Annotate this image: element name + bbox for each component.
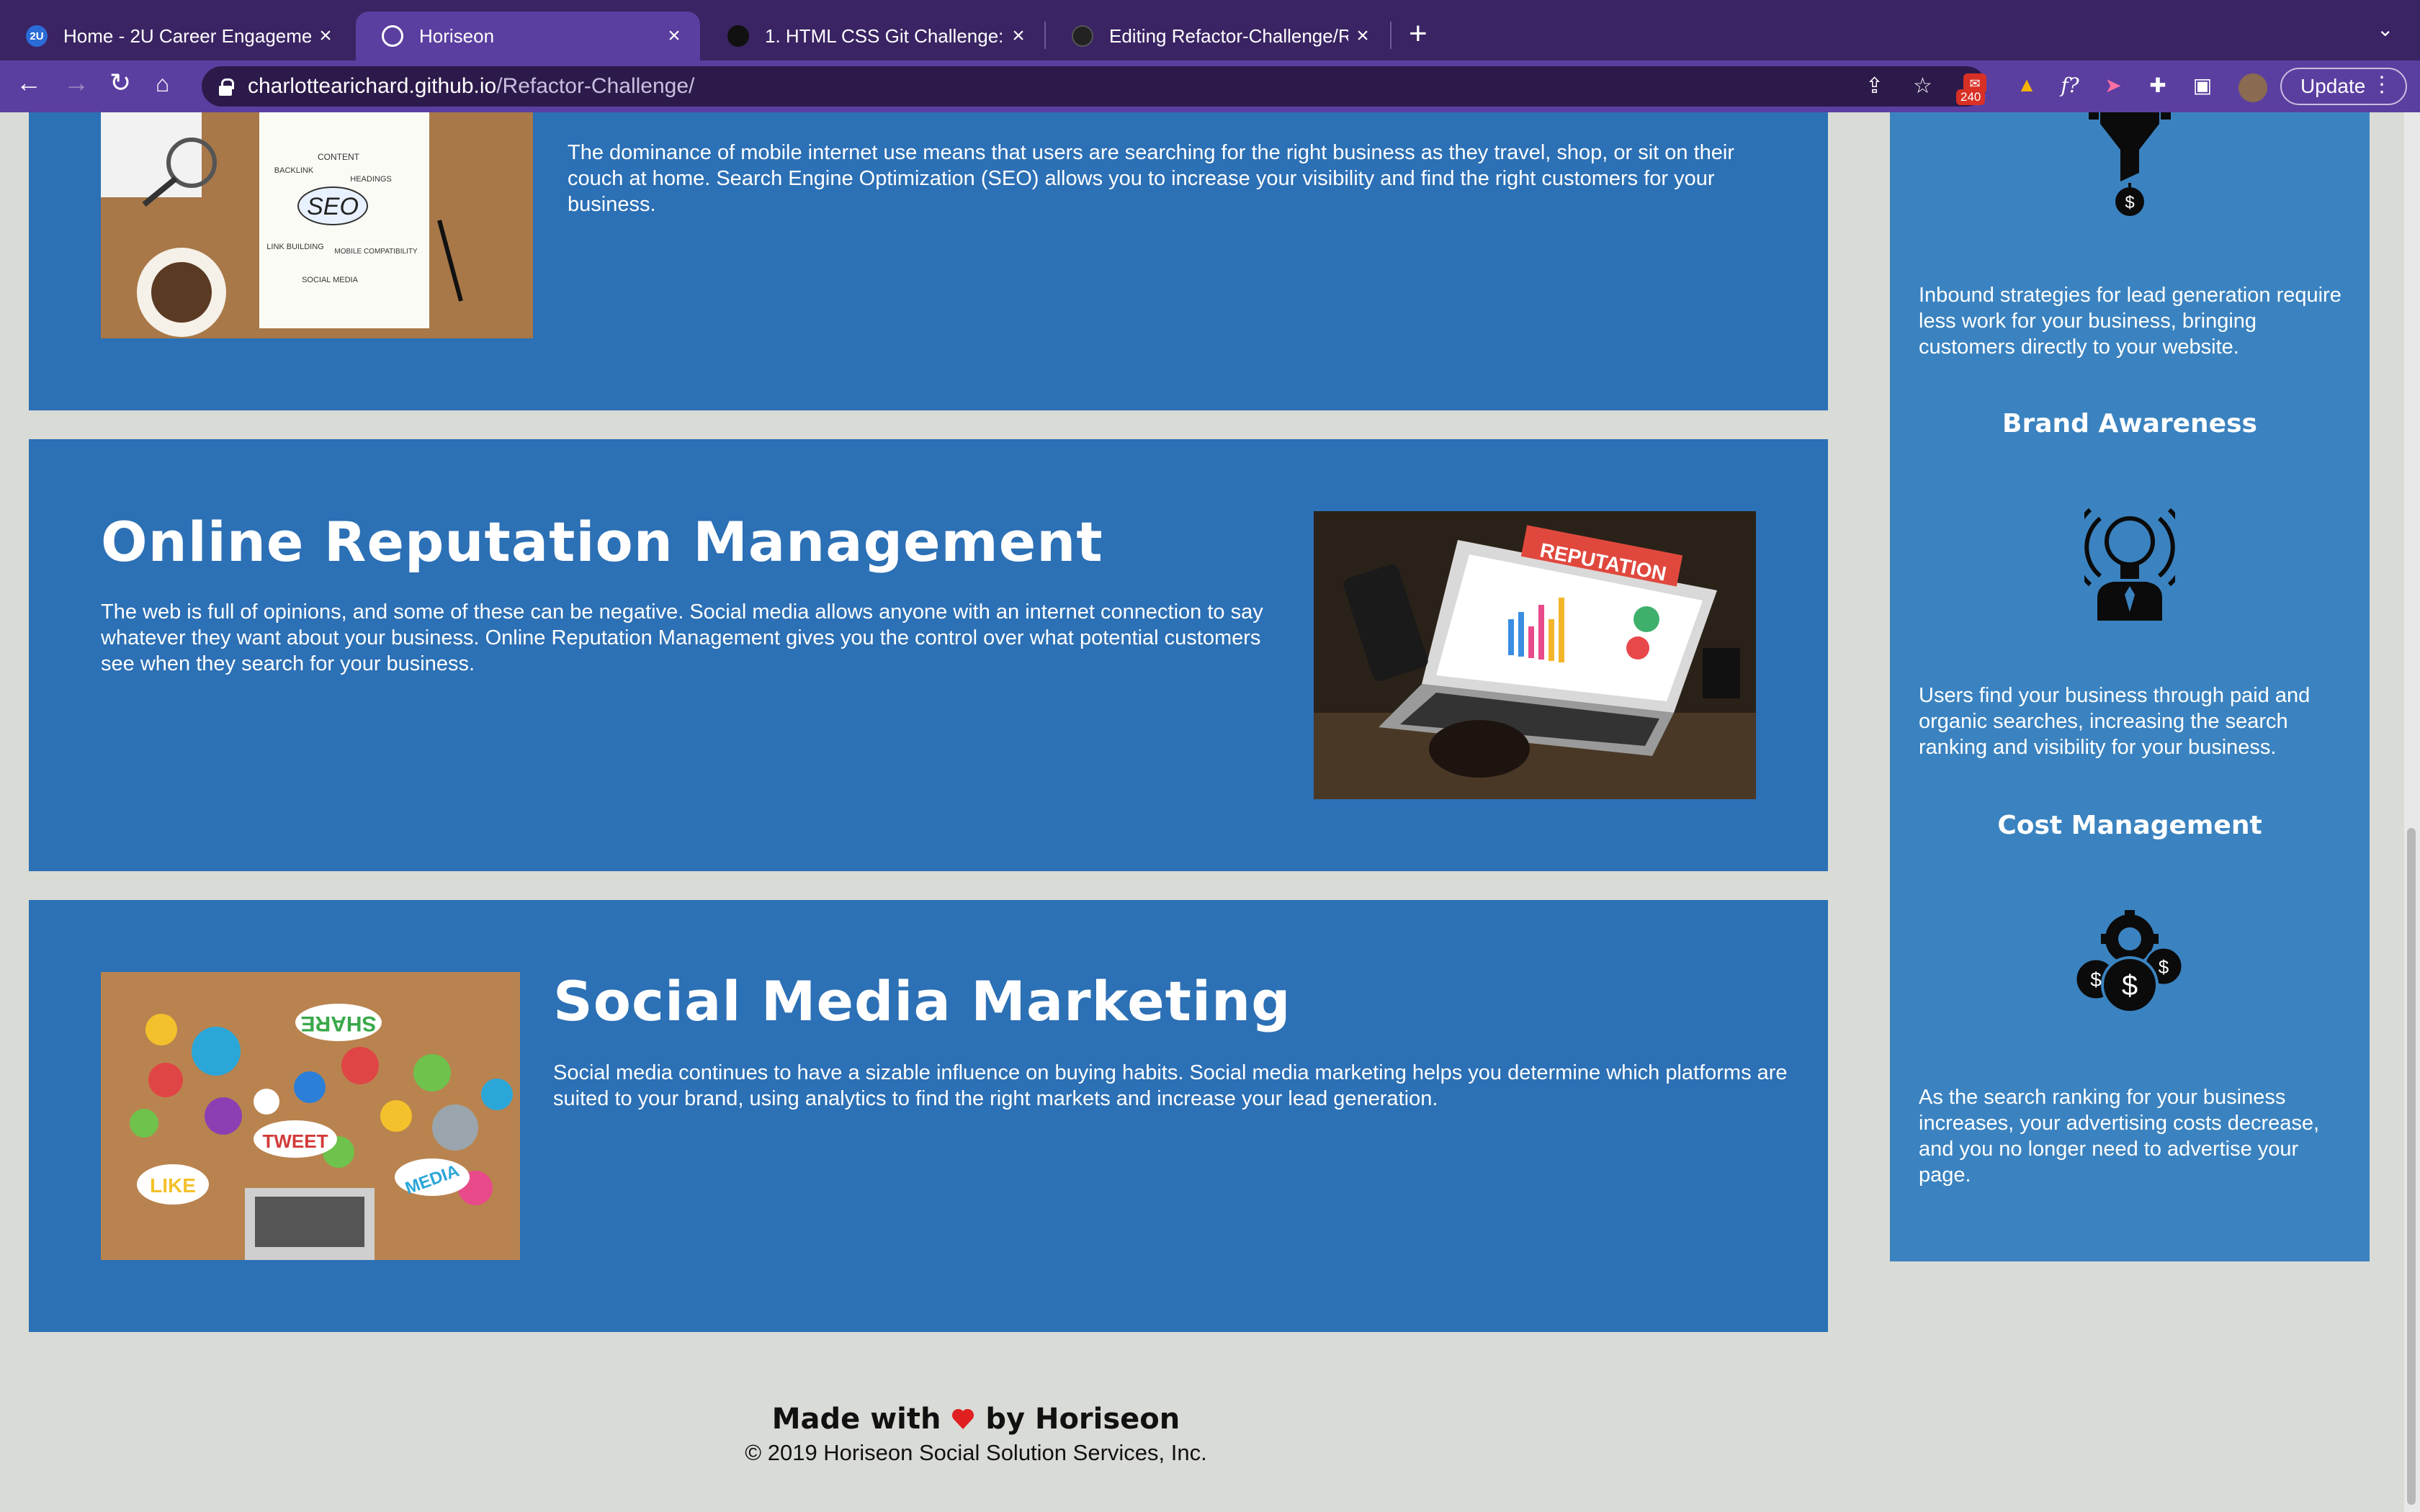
profile-avatar[interactable] [2238,73,2267,102]
seo-word-content: CONTENT [318,152,360,162]
brand-awareness-bulb-icon [2084,508,2175,621]
tab-html-css-challenge[interactable]: 1. HTML CSS Git Challenge: Co × [702,12,1044,60]
social-paragraph: Social media continues to have a sizable… [553,1061,1788,1110]
social-image: SHARE TWEET LIKE MEDIA [101,972,520,1260]
seo-word-headings: HEADINGS [350,175,391,184]
social-word-tweet: TWEET [263,1130,328,1152]
tab-github-editing[interactable]: Editing Refactor-Challenge/RE × [1046,12,1389,60]
address-bar[interactable]: charlottearichard.github.io/Refactor-Cha… [202,66,1986,107]
tab-search-chevron-icon[interactable]: ⌄ [2377,17,2393,41]
brand-awareness-paragraph: Users find your business through paid an… [1919,684,2311,759]
url-path: /Refactor-Challenge/ [496,74,695,98]
social-section: SHARE TWEET LIKE MEDIA Social Media Mark… [29,900,1828,1332]
social-illustration: SHARE TWEET LIKE MEDIA [101,972,520,1260]
home-icon[interactable]: ⌂ [156,71,169,97]
globe-icon [382,25,403,47]
cost-management-heading: Cost Management [1997,811,2262,840]
close-tab-icon[interactable]: × [1348,24,1377,48]
back-icon[interactable]: ← [16,68,42,98]
svg-text:$: $ [2090,968,2102,991]
recorder-extension-icon[interactable]: ➤ [2099,71,2128,99]
lead-generation-paragraph: Inbound strategies for lead generation r… [1919,284,2341,359]
close-tab-icon[interactable]: × [311,24,340,48]
drive-extension-icon[interactable]: ▲ [2012,71,2041,99]
copyright-text: © 2019 Horiseon Social Solution Services… [745,1440,1207,1465]
seo-word-seo: SEO [307,193,359,220]
forward-icon[interactable]: → [63,68,89,98]
made-with-line: Made with by Horiseon [0,1403,1952,1436]
by-horiseon-text: by Horiseon [985,1403,1180,1436]
seo-paragraph: The dominance of mobile internet use mea… [568,141,1735,216]
bookmark-star-icon[interactable]: ☆ [1913,73,1932,99]
reputation-paragraph: The web is full of opinions, and some of… [101,600,1263,675]
reputation-image: REPUTATION [1314,511,1756,799]
github-icon [1072,25,1093,47]
seo-image: CONTENT BACKLINK HEADINGS SEO LINK BUILD… [101,112,533,338]
close-tab-icon[interactable]: × [660,24,689,48]
seo-word-link-building: LINK BUILDING [266,243,323,251]
tab-label: Home - 2U Career Engagement [63,24,311,47]
side-panel-icon[interactable]: ▣ [2188,71,2217,99]
browser-toolbar: ← → ↻ ⌂ charlottearichard.github.io/Refa… [0,60,2420,112]
seo-illustration: CONTENT BACKLINK HEADINGS SEO LINK BUILD… [101,112,533,338]
social-word-like: LIKE [150,1174,196,1197]
heart-icon [952,1408,974,1429]
tab-bar: 2U Home - 2U Career Engagement × Horiseo… [0,0,2420,60]
scrollbar-thumb[interactable] [2407,828,2416,1505]
cost-management-paragraph: As the search ranking for your business … [1919,1086,2320,1187]
url-text: charlottearichard.github.io/Refactor-Cha… [248,74,694,99]
page-footer: Made with by Horiseon © 2019 Horiseon So… [0,1403,1952,1466]
tab-divider [1390,22,1392,49]
reputation-heading: Online Reputation Management [101,510,1103,574]
benefits-aside: $ Inbound strategies for lead generation… [1890,112,2370,1261]
menu-dots-icon[interactable]: ⋮ [2371,72,2393,97]
svg-text:$: $ [2122,970,2138,1002]
reputation-illustration: REPUTATION [1314,511,1756,799]
url-host: charlottearichard.github.io [248,74,497,98]
reputation-section: Online Reputation Management The web is … [29,439,1828,871]
seo-section: CONTENT BACKLINK HEADINGS SEO LINK BUILD… [29,112,1828,410]
update-button[interactable]: Update ⋮ [2280,68,2407,105]
formula-extension-icon[interactable]: f? [2056,71,2084,99]
tab-label: Editing Refactor-Challenge/RE [1109,24,1348,47]
bootcamp-favicon-icon [727,25,749,47]
cost-management-coins-icon: $ $ $ [2074,910,2184,1014]
extensions-puzzle-icon[interactable]: ✚ [2143,71,2172,99]
svg-text:$: $ [2125,193,2134,212]
seo-word-social: SOCIAL MEDIA [302,276,358,284]
social-word-share: SHARE [300,1012,376,1035]
mail-badge: 240 [1956,89,1986,105]
seo-word-mobile: MOBILE COMPATIBILITY [334,248,418,256]
2u-favicon-icon: 2U [26,25,48,47]
brand-awareness-heading: Brand Awareness [2002,409,2257,438]
made-with-text: Made with [771,1403,941,1436]
tab-horiseon[interactable]: Horiseon × [356,12,700,60]
reload-icon[interactable]: ↻ [109,68,131,98]
new-tab-icon[interactable]: + [1409,16,1428,52]
lock-icon [219,78,234,96]
tab-2u-career[interactable]: 2U Home - 2U Career Engagement × [0,12,351,60]
tab-label: Horiseon [419,24,495,47]
tab-label: 1. HTML CSS Git Challenge: Co [765,24,1004,47]
update-label: Update [2300,75,2366,97]
social-heading: Social Media Marketing [553,969,1291,1033]
close-tab-icon[interactable]: × [1004,24,1033,48]
svg-text:$: $ [2159,956,2169,978]
seo-word-backlink: BACKLINK [274,166,314,175]
lead-generation-funnel-icon: $ [2089,112,2171,216]
share-icon[interactable]: ⇪ [1865,73,1883,99]
